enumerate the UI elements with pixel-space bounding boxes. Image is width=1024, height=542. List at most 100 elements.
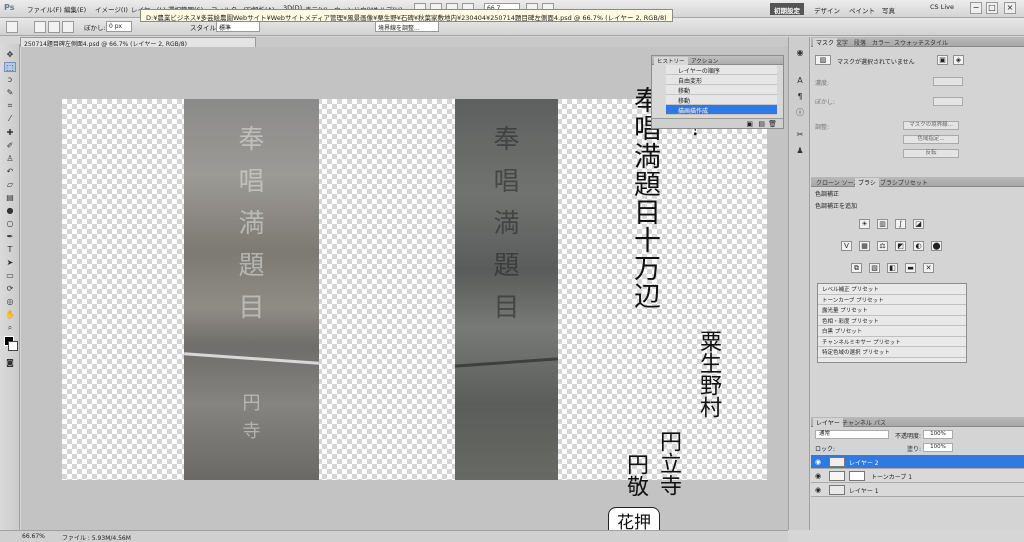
trash-icon[interactable]: 🗑 [768,120,777,128]
layer-row[interactable]: ◉ トーンカーブ 1 [811,469,1024,483]
workspace-photo[interactable]: 写真 [878,3,899,15]
refine-edge-button[interactable]: 境界線を調整... [375,21,439,32]
brush-tool-icon[interactable]: ✐ [4,141,16,151]
document-tab[interactable]: 250714題目碑左側面4.psd @ 66.7% (レイヤー 2, RGB/8… [20,37,256,47]
layer-row[interactable]: ◉ レイヤー 1 [811,483,1024,497]
clone-source-icon[interactable]: ♟ [794,145,806,156]
opacity-input[interactable]: 100% [923,430,953,439]
character-panel-icon[interactable]: A [794,75,806,86]
tab-color[interactable]: カラー [869,38,893,47]
preset-row[interactable]: 露光量 プリセット [818,305,966,316]
subtract-selection-icon[interactable] [62,21,74,33]
history-brush-icon[interactable]: ↶ [4,167,16,177]
quick-mask-icon[interactable]: ◙ [4,358,16,368]
new-selection-icon[interactable] [34,21,46,33]
gradient-map-icon[interactable]: ▬ [905,263,916,273]
marquee-preset-icon[interactable] [6,21,18,33]
photo-filter-icon[interactable]: ◐ [913,241,924,251]
tab-styles[interactable]: スタイル [921,38,951,47]
add-selection-icon[interactable] [48,21,60,33]
blur-tool-icon[interactable]: ● [4,206,16,216]
workspace-essentials[interactable]: 初期設定 [770,3,804,15]
pixel-mask-icon[interactable]: ▨ [815,55,831,65]
history-row[interactable]: 自由変形 [666,75,777,85]
tab-brush-presets[interactable]: ブラシプリセット [877,178,931,187]
cs-live-button[interactable]: CS Live [930,3,954,11]
3d-rotate-icon[interactable]: ⟳ [4,284,16,294]
tab-channels[interactable]: チャンネル [839,418,875,427]
pixel-mask-button[interactable]: ▣ [937,55,948,65]
invert-button[interactable]: 反転 [903,149,959,158]
curves-icon[interactable]: ∫ [895,219,906,229]
density-input[interactable] [933,77,963,86]
quick-select-icon[interactable]: ✎ [4,88,16,98]
preset-row[interactable]: 白黒 プリセット [818,326,966,337]
close-button[interactable]: × [1004,2,1016,14]
shape-tool-icon[interactable]: ▭ [4,271,16,281]
eyedropper-icon[interactable]: ⁄ [4,114,16,124]
preset-row[interactable]: レベル補正 プリセット [818,284,966,295]
minimize-button[interactable]: − [970,2,982,14]
brightness-contrast-icon[interactable]: ☀ [859,219,870,229]
mask-feather-input[interactable] [933,97,963,106]
menu-image[interactable]: イメージ(I) [95,4,128,14]
gradient-icon[interactable]: ▤ [4,193,16,203]
tab-character[interactable]: 文字 [833,38,851,47]
menu-file[interactable]: ファイル(F) [27,4,62,14]
marquee-tool-icon[interactable]: ⬚ [4,62,16,72]
workspace-paint[interactable]: ペイント [845,3,879,15]
tab-history[interactable]: ヒストリー [654,57,688,65]
history-row[interactable]: レイヤーの順序 [666,65,777,75]
healing-brush-icon[interactable]: ✚ [4,128,16,138]
new-snapshot-icon[interactable]: ▣ [746,120,753,128]
new-document-icon[interactable]: ▤ [758,120,765,128]
info-panel-icon[interactable]: ⓘ [794,107,806,118]
preset-row[interactable]: 色相・彩度 プリセット [818,316,966,326]
zoom-tool-icon[interactable]: ⌕ [4,323,16,333]
posterize-icon[interactable]: ▧ [869,263,880,273]
vibrance-icon[interactable]: V [841,241,852,251]
history-row-active[interactable]: 描画描作成 [666,105,777,115]
fill-input[interactable]: 100% [923,443,953,452]
style-select[interactable]: 標準 [216,21,260,32]
hand-tool-icon[interactable]: ✋ [4,310,16,320]
threshold-icon[interactable]: ◧ [887,263,898,273]
mask-edge-button[interactable]: マスクの境界線... [903,121,959,130]
menu-edit[interactable]: 編集(E) [64,4,86,14]
tab-brush[interactable]: ブラシ [855,178,879,187]
tab-actions[interactable]: アクション [688,57,721,65]
preset-row[interactable]: トーンカーブ プリセット [818,295,966,305]
color-range-button[interactable]: 色域指定... [903,135,959,144]
mask-panel-icon[interactable]: ◉ [794,47,806,58]
visibility-eye-icon[interactable]: ◉ [815,472,821,480]
3d-orbit-icon[interactable]: ◎ [4,297,16,307]
vector-mask-button[interactable]: ◈ [953,55,964,65]
black-white-icon[interactable]: ◩ [895,241,906,251]
invert-adjust-icon[interactable]: ⧉ [851,263,862,273]
feather-input[interactable]: 0 px [106,21,132,32]
background-color-swatch[interactable] [8,341,18,351]
crop-tool-icon[interactable]: ⌗ [4,101,16,111]
paragraph-panel-icon[interactable]: ¶ [794,91,806,102]
workspace-design[interactable]: デザイン [810,3,844,15]
type-tool-icon[interactable]: T [4,245,16,255]
levels-icon[interactable]: ▥ [877,219,888,229]
color-balance-icon[interactable]: ⚖ [877,241,888,251]
document-canvas[interactable]: 奉 唱 満 題 目 円 寺 奉 唱 満 題 目 [62,99,767,480]
clone-stamp-icon[interactable]: ♙ [4,154,16,164]
preset-row[interactable]: チャンネルミキサー プリセット [818,337,966,347]
exposure-icon[interactable]: ◪ [913,219,924,229]
pen-tool-icon[interactable]: ✒ [4,232,16,242]
blend-mode-select[interactable]: 通常 [815,430,889,439]
tab-paths[interactable]: パス [871,418,889,427]
visibility-eye-icon[interactable]: ◉ [815,486,821,494]
channel-mixer-icon[interactable]: ⬤ [931,241,942,251]
eraser-icon[interactable]: ▱ [4,180,16,190]
path-select-icon[interactable]: ➤ [4,258,16,268]
move-tool-icon[interactable]: ✥ [4,50,16,60]
dodge-tool-icon[interactable]: ○ [4,219,16,229]
tab-paragraph[interactable]: 段落 [851,38,869,47]
hue-saturation-icon[interactable]: ▦ [859,241,870,251]
history-row[interactable]: 移動 [666,85,777,95]
preset-row[interactable]: 特定色域の選択 プリセット [818,347,966,358]
